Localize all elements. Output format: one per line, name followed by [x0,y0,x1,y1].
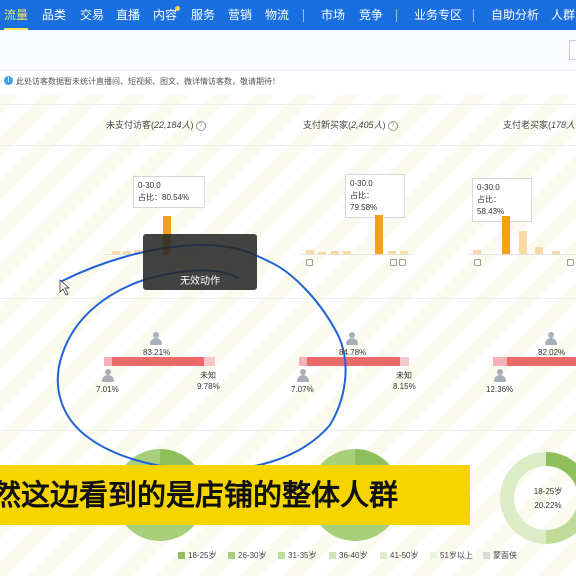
cursor-icon [59,279,71,296]
legend-swatch [483,552,490,559]
toast-message: 无效动作 [143,234,257,290]
legend-item[interactable]: 31-35岁 [278,550,316,561]
legend-swatch [278,552,285,559]
legend-swatch [178,552,185,559]
legend-item[interactable]: 18-25岁 [178,550,216,561]
toast-text: 无效动作 [180,276,220,287]
legend-item[interactable]: 51岁以上 [430,550,473,561]
legend-item[interactable]: 36-40岁 [329,550,367,561]
legend-label: 51岁以上 [440,551,473,560]
legend-swatch [380,552,387,559]
legend-item[interactable]: 26-30岁 [228,550,266,561]
legend-item[interactable]: 41-50岁 [380,550,418,561]
legend-item[interactable]: 蒙面侠 [483,550,517,561]
legend-label: 41-50岁 [390,551,419,560]
legend-label: 18-25岁 [188,551,217,560]
legend-swatch [430,552,437,559]
legend-label: 蒙面侠 [493,551,517,560]
legend-swatch [228,552,235,559]
video-subtitle: 然这边看到的是店铺的整体人群 [0,465,470,525]
legend-swatch [329,552,336,559]
legend-label: 26-30岁 [238,551,267,560]
legend-label: 36-40岁 [339,551,368,560]
legend-label: 31-35岁 [288,551,317,560]
